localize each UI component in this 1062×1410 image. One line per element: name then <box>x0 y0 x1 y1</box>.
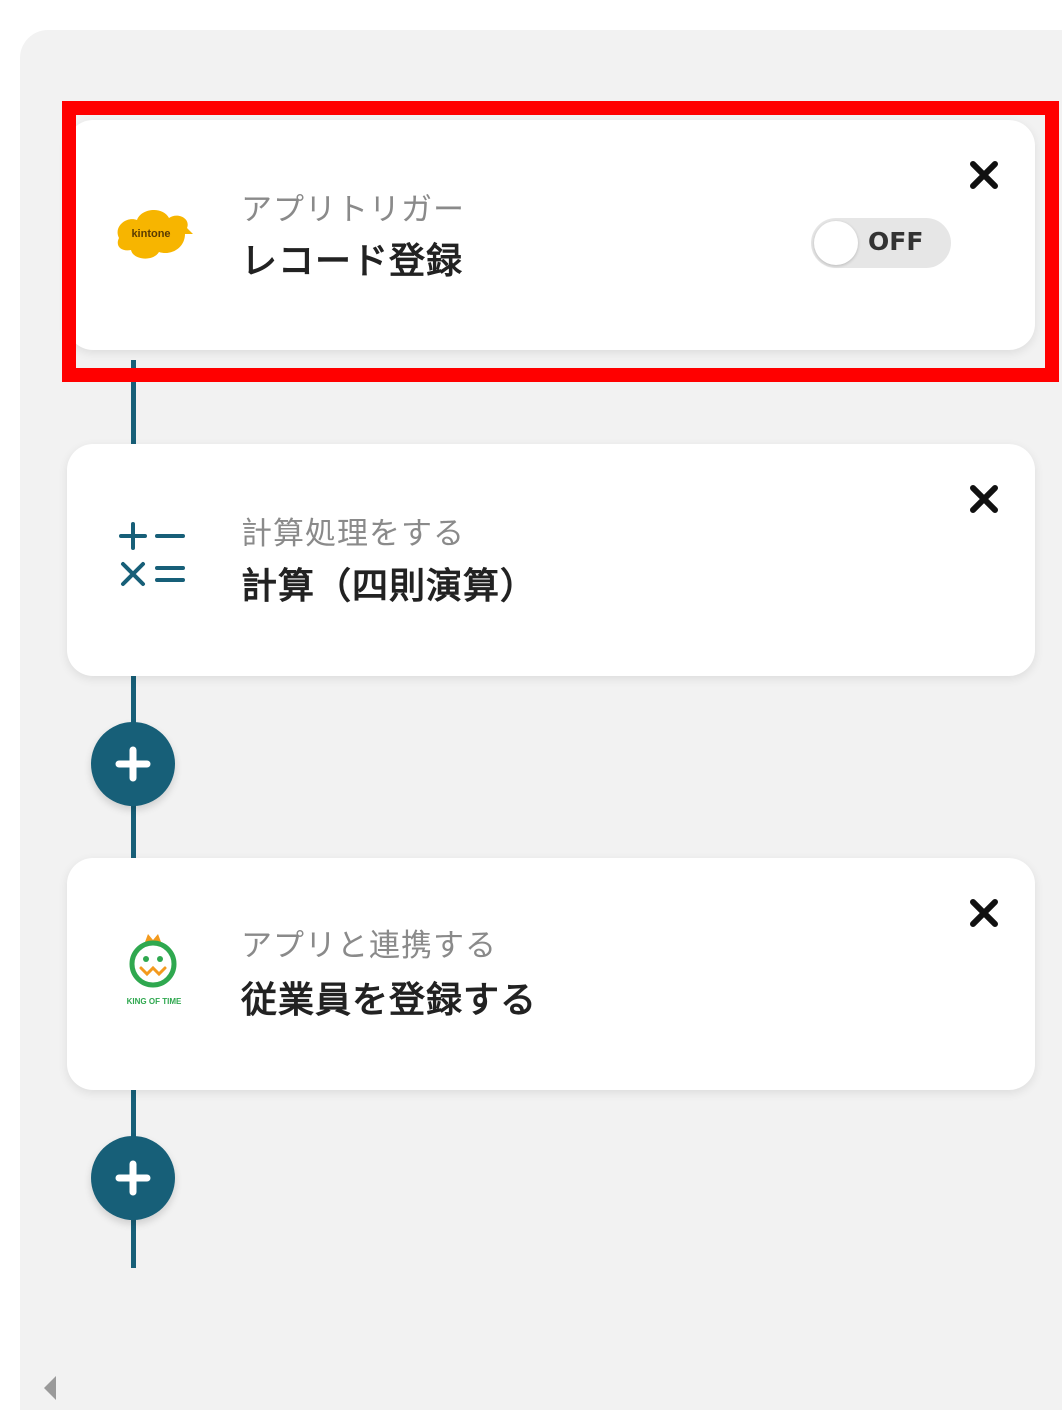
calculation-step-card[interactable]: 計算処理をする 計算（四則演算） <box>67 444 1035 676</box>
flow-connector <box>131 360 136 444</box>
close-icon[interactable] <box>967 896 1001 930</box>
svg-text:kintone: kintone <box>131 228 170 240</box>
calculator-operators-icon <box>117 518 187 588</box>
step-subtitle: アプリと連携する <box>241 928 497 964</box>
toggle-label: OFF <box>868 227 924 256</box>
toggle-knob <box>814 221 858 265</box>
close-icon[interactable] <box>967 158 1001 192</box>
add-step-button[interactable] <box>91 1136 175 1220</box>
step-subtitle: アプリトリガー <box>241 192 465 228</box>
step-title: 従業員を登録する <box>241 980 538 1021</box>
plus-icon <box>115 746 151 782</box>
plus-icon <box>115 1160 151 1196</box>
add-step-button[interactable] <box>91 722 175 806</box>
step-subtitle: 計算処理をする <box>241 516 465 552</box>
svg-text:KING OF TIME: KING OF TIME <box>127 997 182 1006</box>
trigger-toggle[interactable]: OFF <box>811 218 951 268</box>
app-action-step-card[interactable]: KING OF TIME アプリと連携する 従業員を登録する <box>67 858 1035 1090</box>
king-of-time-logo-icon: KING OF TIME <box>117 928 191 1010</box>
scroll-left-arrow-icon[interactable] <box>40 1374 60 1402</box>
kintone-logo-icon: kintone <box>111 204 195 264</box>
step-title: レコード登録 <box>241 241 464 282</box>
step-title: 計算（四則演算） <box>241 566 538 607</box>
close-icon[interactable] <box>967 482 1001 516</box>
trigger-step-card[interactable]: kintone アプリトリガー レコード登録 OFF <box>67 120 1035 350</box>
